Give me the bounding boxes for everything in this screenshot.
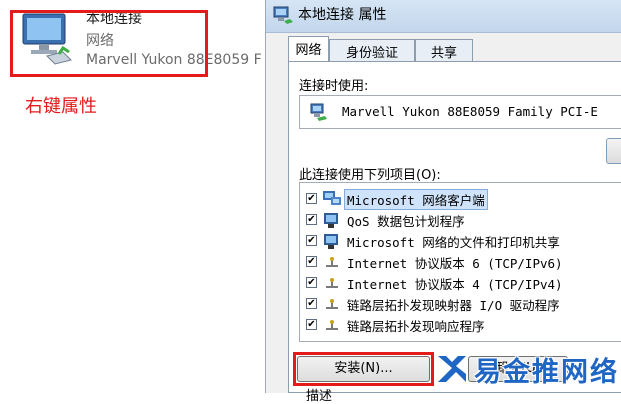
checkbox[interactable]: ✔ xyxy=(306,298,317,309)
item-label: Internet 协议版本 4 (TCP/IPv4) xyxy=(347,277,563,292)
connect-using-label: 连接时使用: xyxy=(299,79,369,94)
checkbox[interactable]: ✔ xyxy=(306,193,317,204)
list-item-lltd-mapper[interactable]: ✔ 链路层拓扑发现映射器 I/O 驱动程序 xyxy=(306,294,621,314)
watermark-text: 易金推网络 xyxy=(474,357,619,388)
network-adapter-icon xyxy=(273,6,293,24)
adapter-field: Marvell Yukon 88E8059 Family PCI-E xyxy=(299,95,621,129)
configure-button[interactable] xyxy=(606,138,621,164)
protocol-icon xyxy=(326,299,338,309)
tab-network[interactable]: 网络 xyxy=(288,36,329,62)
checkbox[interactable]: ✔ xyxy=(306,319,317,330)
protocol-icon xyxy=(326,278,338,288)
checkbox[interactable]: ✔ xyxy=(306,256,317,267)
components-list[interactable]: ✔ Microsoft 网络客户端 ✔ QoS 数据包计划程序 ✔ Micros… xyxy=(299,182,621,342)
tab-authentication-label: 身份验证 xyxy=(345,46,398,61)
list-item-lltd-responder[interactable]: ✔ 链路层拓扑发现响应程序 xyxy=(306,315,621,335)
adapter-name: Marvell Yukon 88E8059 Family PCI-E xyxy=(342,104,598,119)
file-printer-sharing-icon xyxy=(324,234,338,249)
watermark-logo-icon xyxy=(438,356,466,382)
item-label: 链路层拓扑发现响应程序 xyxy=(347,319,485,334)
highlight-box-install xyxy=(293,352,434,386)
checkbox[interactable]: ✔ xyxy=(306,235,317,246)
list-item-ipv6[interactable]: ✔ Internet 协议版本 6 (TCP/IPv6) xyxy=(306,252,621,272)
item-label: Microsoft 网络的文件和打印机共享 xyxy=(347,235,560,250)
network-client-icon xyxy=(323,191,341,205)
tab-authentication[interactable]: 身份验证 xyxy=(329,39,415,61)
item-label: Internet 协议版本 6 (TCP/IPv6) xyxy=(347,256,563,271)
qos-scheduler-icon xyxy=(324,213,338,228)
tab-network-label: 网络 xyxy=(295,43,322,58)
dialog-title: 本地连接 属性 xyxy=(298,7,387,23)
list-item-qos[interactable]: ✔ QoS 数据包计划程序 xyxy=(306,210,621,230)
tab-sharing-label: 共享 xyxy=(430,46,457,61)
list-item-ipv4[interactable]: ✔ Internet 协议版本 4 (TCP/IPv4) xyxy=(306,273,621,293)
highlight-box-connection xyxy=(10,10,208,77)
list-item-file-printer-sharing[interactable]: ✔ Microsoft 网络的文件和打印机共享 xyxy=(306,231,621,251)
checkbox[interactable]: ✔ xyxy=(306,214,317,225)
item-label: 链路层拓扑发现映射器 I/O 驱动程序 xyxy=(347,298,560,313)
network-adapter-icon xyxy=(310,103,327,121)
tab-sharing[interactable]: 共享 xyxy=(415,39,473,61)
protocol-icon xyxy=(326,257,338,267)
items-label: 此连接使用下列项目(O): xyxy=(299,168,441,183)
network-connections-pane: 本地连接 网络 Marvell Yukon 88E8059 F 右键属性 xyxy=(0,0,262,393)
dialog-title-bar[interactable]: 本地连接 属性 xyxy=(266,0,621,33)
item-label: QoS 数据包计划程序 xyxy=(347,214,465,229)
list-item-network-client[interactable]: ✔ Microsoft 网络客户端 xyxy=(306,189,621,210)
protocol-icon xyxy=(326,320,338,330)
checkbox[interactable]: ✔ xyxy=(306,277,317,288)
watermark: 易金推网络 xyxy=(434,348,621,390)
item-label: Microsoft 网络客户端 xyxy=(344,189,488,210)
description-label: 描述 xyxy=(306,389,333,404)
annotation-right-click-properties: 右键属性 xyxy=(25,96,97,117)
